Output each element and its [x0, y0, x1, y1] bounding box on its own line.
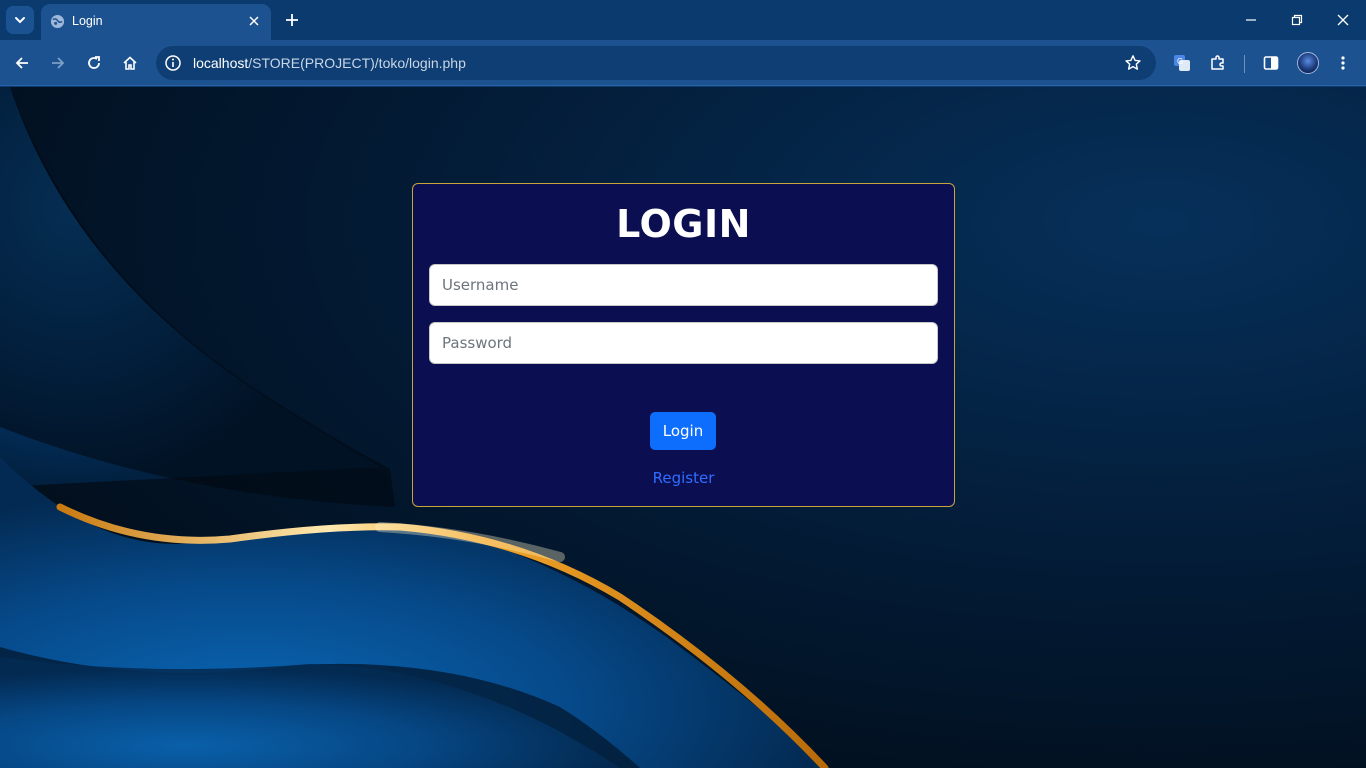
side-panel-icon — [1263, 56, 1279, 70]
close-window-button[interactable] — [1331, 8, 1355, 32]
translate-button[interactable]: G — [1167, 48, 1197, 78]
home-button[interactable] — [115, 48, 145, 78]
forward-button[interactable] — [43, 48, 73, 78]
side-panel-button[interactable] — [1256, 48, 1286, 78]
new-tab-button[interactable] — [280, 8, 304, 32]
login-title: LOGIN — [616, 202, 751, 246]
tab-login[interactable]: Login — [41, 4, 271, 40]
forward-arrow-icon — [52, 57, 65, 69]
info-icon[interactable] — [164, 54, 182, 72]
translate-icon: G — [1174, 55, 1190, 71]
minimize-button[interactable] — [1239, 8, 1263, 32]
home-icon — [123, 56, 137, 70]
browser-menu-button[interactable] — [1328, 48, 1358, 78]
tab-strip: Login — [0, 0, 1366, 40]
close-icon[interactable] — [245, 12, 263, 30]
plus-icon — [286, 14, 298, 26]
restore-icon — [1291, 14, 1303, 26]
profile-avatar[interactable] — [1297, 52, 1319, 74]
extensions-button[interactable] — [1203, 48, 1233, 78]
back-button[interactable] — [7, 48, 37, 78]
url-text: localhost/STORE(PROJECT)/toko/login.php — [193, 55, 466, 71]
toolbar-divider — [1244, 55, 1245, 73]
back-arrow-icon — [15, 57, 28, 69]
restore-button[interactable] — [1285, 8, 1309, 32]
tab-search-button[interactable] — [6, 6, 34, 34]
page-viewport: LOGIN Login Register — [0, 87, 1366, 768]
browser-toolbar: localhost/STORE(PROJECT)/toko/login.php … — [0, 40, 1366, 86]
reload-button[interactable] — [79, 48, 109, 78]
login-button[interactable]: Login — [650, 412, 716, 450]
globe-icon — [50, 14, 65, 29]
svg-text:G: G — [1177, 57, 1183, 66]
register-link[interactable]: Register — [413, 469, 954, 487]
password-input[interactable] — [429, 322, 938, 364]
puzzle-icon — [1211, 55, 1224, 70]
address-bar[interactable]: localhost/STORE(PROJECT)/toko/login.php — [156, 46, 1156, 80]
url-path: /STORE(PROJECT)/toko/login.php — [248, 55, 466, 71]
star-icon[interactable] — [1124, 54, 1142, 72]
reload-icon — [88, 56, 100, 69]
url-host: localhost — [193, 55, 249, 71]
username-input[interactable] — [429, 264, 938, 306]
tab-title: Login — [72, 14, 103, 28]
chevron-down-icon — [15, 17, 25, 24]
login-card: LOGIN Login Register — [412, 183, 955, 507]
minimize-icon — [1246, 19, 1256, 21]
kebab-menu-icon — [1341, 56, 1345, 70]
close-icon — [1337, 14, 1349, 26]
